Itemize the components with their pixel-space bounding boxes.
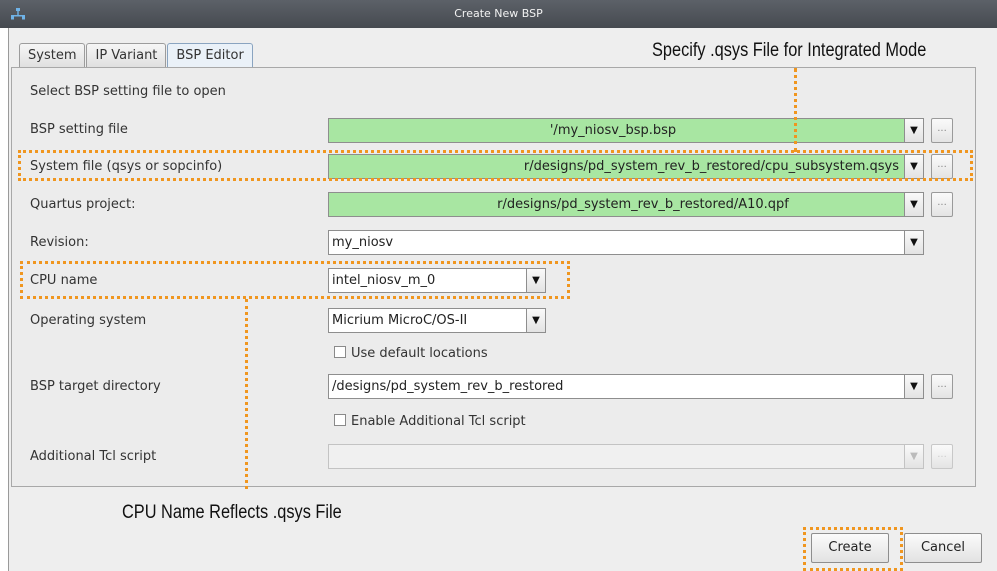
- tab-ip-variant[interactable]: IP Variant: [86, 43, 167, 67]
- cancel-button[interactable]: Cancel: [904, 533, 982, 563]
- cpu-name-select[interactable]: intel_niosv_m_0: [328, 268, 546, 293]
- revision-label: Revision:: [30, 235, 89, 250]
- window-title: Create New BSP: [454, 7, 543, 20]
- system-file-field[interactable]: r/designs/pd_system_rev_b_restored/cpu_s…: [328, 154, 924, 179]
- quartus-project-dropdown[interactable]: ▼: [904, 192, 924, 217]
- revision-field[interactable]: my_niosv: [328, 230, 924, 255]
- quartus-project-browse-button[interactable]: ...: [931, 192, 953, 217]
- system-file-dropdown[interactable]: ▼: [904, 154, 924, 179]
- window-titlebar: Create New BSP: [0, 0, 997, 28]
- revision-dropdown[interactable]: ▼: [904, 230, 924, 255]
- additional-tcl-label: Additional Tcl script: [30, 449, 157, 464]
- cpu-name-dropdown[interactable]: ▼: [526, 268, 546, 293]
- tab-system[interactable]: System: [19, 43, 86, 67]
- enable-tcl-label: Enable Additional Tcl script: [351, 414, 526, 429]
- bsp-target-directory-dropdown[interactable]: ▼: [904, 374, 924, 399]
- create-button[interactable]: Create: [811, 533, 889, 563]
- checkbox-box[interactable]: [334, 346, 346, 358]
- bsp-target-directory-field[interactable]: /designs/pd_system_rev_b_restored: [328, 374, 924, 399]
- bsp-setting-file-field[interactable]: '/my_niosv_bsp.bsp: [328, 118, 924, 143]
- cpu-name-label: CPU name: [30, 273, 98, 288]
- annotation-cpu-name-reflects: CPU Name Reflects .qsys File: [122, 502, 342, 523]
- operating-system-dropdown[interactable]: ▼: [526, 308, 546, 333]
- checkbox-box[interactable]: [334, 414, 346, 426]
- bsp-setting-file-browse-button[interactable]: ...: [931, 118, 953, 143]
- use-default-locations-label: Use default locations: [351, 346, 488, 361]
- bsp-setting-file-dropdown[interactable]: ▼: [904, 118, 924, 143]
- use-default-locations-checkbox[interactable]: Use default locations: [334, 346, 488, 361]
- dialog-body: System IP Variant BSP Editor Select BSP …: [8, 28, 997, 571]
- additional-tcl-dropdown: ▼: [904, 444, 924, 469]
- annotation-specify-qsys: Specify .qsys File for Integrated Mode: [652, 40, 927, 61]
- quartus-project-field[interactable]: r/designs/pd_system_rev_b_restored/A10.q…: [328, 192, 924, 217]
- bsp-setting-file-label: BSP setting file: [30, 122, 128, 137]
- bsp-target-directory-browse-button[interactable]: ...: [931, 374, 953, 399]
- tab-bar: System IP Variant BSP Editor: [19, 43, 254, 67]
- additional-tcl-field: [328, 444, 924, 469]
- operating-system-label: Operating system: [30, 313, 147, 328]
- enable-tcl-checkbox[interactable]: Enable Additional Tcl script: [334, 414, 526, 429]
- system-file-label: System file (qsys or sopcinfo): [30, 159, 223, 174]
- operating-system-select[interactable]: Micrium MicroC/OS-II: [328, 308, 546, 333]
- additional-tcl-browse-button: ...: [931, 444, 953, 469]
- instruction-text: Select BSP setting file to open: [30, 84, 226, 99]
- system-file-browse-button[interactable]: ...: [931, 154, 953, 179]
- quartus-project-label: Quartus project:: [30, 197, 136, 212]
- bsp-target-directory-label: BSP target directory: [30, 379, 161, 394]
- tab-bsp-editor[interactable]: BSP Editor: [167, 43, 253, 67]
- bsp-editor-panel: Select BSP setting file to open BSP sett…: [11, 67, 976, 487]
